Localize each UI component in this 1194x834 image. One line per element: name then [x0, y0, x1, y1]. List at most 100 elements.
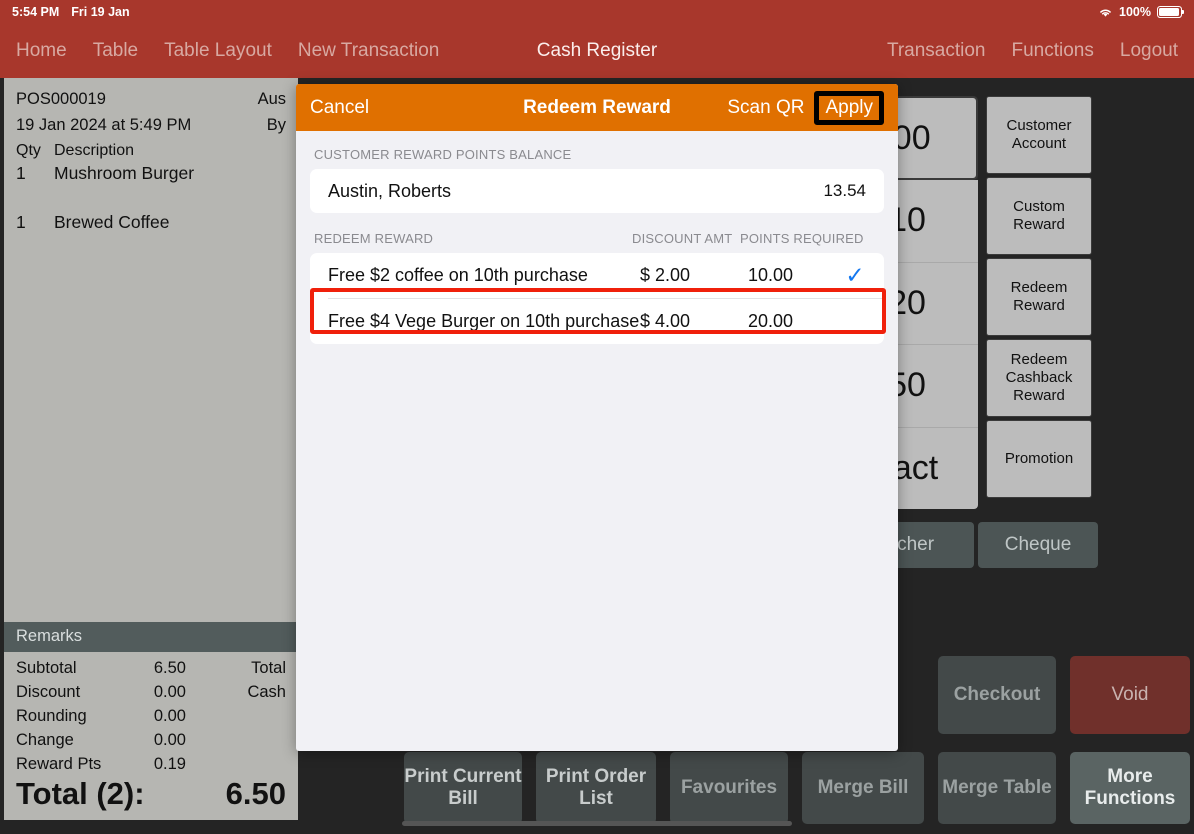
print-current-bill-button[interactable]: Print Current Bill	[404, 752, 522, 824]
scan-qr-button[interactable]: Scan QR	[727, 97, 814, 119]
promotion-button[interactable]: Promotion	[986, 420, 1092, 498]
receipt-line-item[interactable]: 1 Brewed Coffee	[16, 209, 286, 236]
line-item-qty: 1	[16, 212, 26, 232]
total-label-discount: Discount	[16, 683, 81, 701]
receipt-col-description: Description	[54, 142, 135, 159]
void-button[interactable]: Void	[1070, 656, 1190, 734]
receipt-line-item[interactable]: 1 Mushroom Burger	[16, 160, 286, 187]
nav-item-functions[interactable]: Functions	[1012, 40, 1094, 62]
customer-balance-card: Austin, Roberts 13.54	[310, 169, 884, 213]
receipt-served-by: By	[266, 116, 286, 134]
total-label-rounding: Rounding	[16, 707, 87, 725]
modal-header: Cancel Redeem Reward Scan QR Apply	[296, 84, 898, 131]
home-indicator	[402, 821, 792, 826]
receipt-filler	[4, 236, 298, 622]
receipt-column-headers: Qty Description	[4, 138, 298, 160]
status-bar-left: 5:54 PM Fri 19 Jan	[0, 5, 130, 19]
nav-right-group: Transaction Functions Logout	[887, 24, 1178, 78]
total-value-subtotal: 6.50	[153, 659, 186, 677]
status-bar-right: 100%	[1098, 5, 1194, 19]
total-value-rounding: 0.00	[153, 707, 186, 725]
pos-app-screen: 5:54 PM Fri 19 Jan 100% Cash Register Ho…	[0, 0, 1194, 834]
reward-name: Free $2 coffee on 10th purchase	[328, 265, 588, 285]
customer-account-button[interactable]: Customer Account	[986, 96, 1092, 174]
total-right-blank	[186, 728, 286, 752]
header-discount-amount: DISCOUNT AMT	[632, 231, 733, 246]
total-label-reward-pts: Reward Pts	[16, 755, 102, 773]
nav-item-table-layout[interactable]: Table Layout	[164, 40, 272, 62]
reward-row[interactable]: Free $4 Vege Burger on 10th purchase $ 4…	[310, 299, 884, 344]
status-time: 5:54 PM	[12, 5, 60, 19]
check-icon: ✓	[845, 262, 865, 288]
balance-section-label: CUSTOMER REWARD POINTS BALANCE	[314, 147, 572, 162]
customer-balance-row[interactable]: Austin, Roberts 13.54	[310, 169, 884, 213]
nav-item-new-transaction[interactable]: New Transaction	[298, 40, 440, 62]
reward-name: Free $4 Vege Burger on 10th purchase	[328, 311, 640, 331]
print-order-list-button[interactable]: Print Order List	[536, 752, 656, 824]
receipt-customer-name: Aus	[257, 90, 286, 108]
nav-item-transaction[interactable]: Transaction	[887, 40, 986, 62]
nav-item-table[interactable]: Table	[93, 40, 138, 62]
reward-row-selected[interactable]: Free $2 coffee on 10th purchase $ 2.00 1…	[310, 253, 884, 298]
header-points-required: POINTS REQUIRED	[740, 231, 864, 246]
battery-icon	[1157, 6, 1185, 18]
nav-item-logout[interactable]: Logout	[1120, 40, 1178, 62]
merge-bill-button[interactable]: Merge Bill	[802, 752, 924, 824]
line-item-description: Mushroom Burger	[54, 163, 195, 183]
nav-left-group: Home Table Table Layout New Transaction	[16, 24, 439, 78]
more-functions-button[interactable]: More Functions	[1070, 752, 1190, 824]
header-reward-name: REDEEM REWARD	[314, 231, 434, 246]
redeem-reward-button[interactable]: Redeem Reward	[986, 258, 1092, 336]
total-value-reward-pts: 0.19	[153, 755, 186, 773]
reward-points-required: 20.00	[748, 311, 794, 331]
total-right-label-total: Total	[251, 659, 286, 677]
reward-list-header: REDEEM REWARD DISCOUNT AMT POINTS REQUIR…	[296, 213, 898, 253]
apply-button[interactable]: Apply	[825, 97, 873, 119]
line-item-qty: 1	[16, 163, 26, 183]
grand-total-value: 6.50	[225, 776, 286, 811]
receipt-order-number: POS000019	[16, 90, 106, 108]
reward-discount-amount: $ 4.00	[640, 311, 691, 331]
receipt-col-qty: Qty	[16, 142, 41, 159]
total-label-change: Change	[16, 731, 74, 749]
remarks-label: Remarks	[16, 627, 83, 645]
receipt-datetime: 19 Jan 2024 at 5:49 PM	[16, 116, 192, 134]
checkout-button[interactable]: Checkout	[938, 656, 1056, 734]
cheque-button[interactable]: Cheque	[978, 522, 1098, 568]
redeem-cashback-reward-button[interactable]: Redeem Cashback Reward	[986, 339, 1092, 417]
wifi-icon	[1098, 7, 1113, 18]
cancel-button[interactable]: Cancel	[310, 97, 369, 119]
status-bar: 5:54 PM Fri 19 Jan 100%	[0, 0, 1194, 24]
status-date: Fri 19 Jan	[71, 5, 130, 19]
receipt-header: POS000019 Aus 19 Jan 2024 at 5:49 PM By	[4, 78, 298, 138]
reward-list: Free $2 coffee on 10th purchase $ 2.00 1…	[310, 253, 884, 344]
reward-function-column: Customer Account Custom Reward Redeem Re…	[986, 96, 1092, 501]
redeem-reward-modal: Cancel Redeem Reward Scan QR Apply CUSTO…	[296, 84, 898, 751]
total-right-blank	[186, 752, 286, 776]
total-right-blank	[186, 704, 286, 728]
total-label-subtotal: Subtotal	[16, 659, 77, 677]
custom-reward-button[interactable]: Custom Reward	[986, 177, 1092, 255]
grand-total-label: Total (2):	[16, 776, 145, 811]
favourites-button[interactable]: Favourites	[670, 752, 788, 824]
apply-button-highlight: Apply	[814, 90, 884, 125]
customer-name: Austin, Roberts	[328, 180, 452, 201]
receipt-panel: POS000019 Aus 19 Jan 2024 at 5:49 PM By …	[4, 78, 298, 820]
receipt-totals: Subtotal 6.50 Total Discount 0.00 Cash R…	[4, 652, 298, 776]
line-item-spacer	[16, 187, 286, 209]
modal-header-actions: Scan QR Apply	[727, 90, 884, 125]
reward-discount-amount: $ 2.00	[640, 265, 691, 285]
total-right-label-cash: Cash	[247, 683, 286, 701]
battery-percent: 100%	[1119, 5, 1151, 19]
nav-item-home[interactable]: Home	[16, 40, 67, 62]
grand-total-row: Total (2): 6.50	[4, 776, 298, 820]
merge-table-button[interactable]: Merge Table	[938, 752, 1056, 824]
total-value-discount: 0.00	[153, 683, 186, 701]
navigation-bar: Cash Register Home Table Table Layout Ne…	[0, 24, 1194, 78]
reward-points-required: 10.00	[748, 265, 794, 285]
total-value-change: 0.00	[153, 731, 186, 749]
line-item-description: Brewed Coffee	[54, 212, 170, 232]
remarks-bar[interactable]: Remarks	[4, 622, 298, 652]
customer-points-balance: 13.54	[823, 181, 866, 200]
receipt-item-list: 1 Mushroom Burger 1 Brewed Coffee	[4, 160, 298, 236]
